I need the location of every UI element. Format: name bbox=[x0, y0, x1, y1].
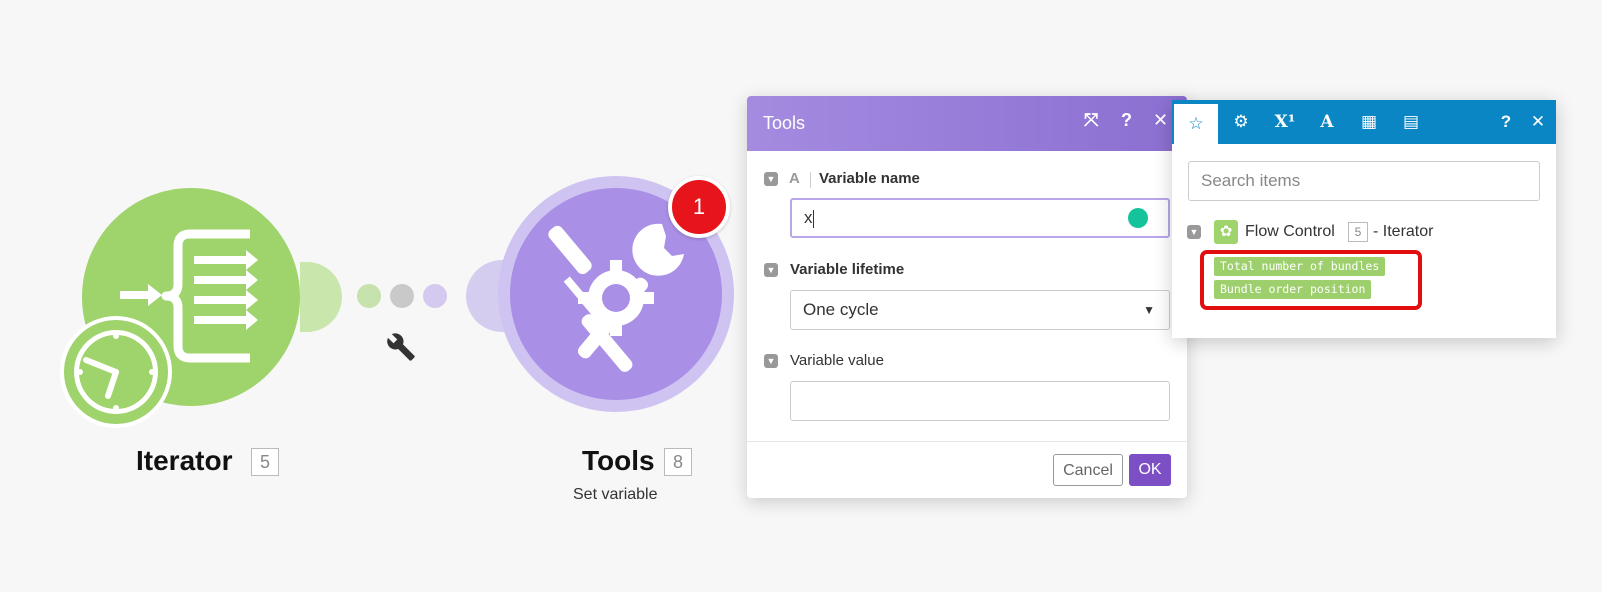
variable-name-input[interactable]: x bbox=[790, 198, 1170, 238]
group-name: Flow Control bbox=[1245, 223, 1335, 240]
tools-settings-dialog: Tools ⤧ ? ✕ ▼ A Variable name x ▼ Variab… bbox=[747, 96, 1187, 498]
ok-button[interactable]: OK bbox=[1129, 454, 1171, 486]
tab-array-table-icon[interactable]: ▤ bbox=[1389, 100, 1433, 144]
chevron-down-icon: ▼ bbox=[1143, 303, 1155, 317]
grammarly-icon[interactable] bbox=[1128, 208, 1148, 228]
tab-text-icon[interactable]: A bbox=[1305, 100, 1349, 144]
collapse-toggle-icon[interactable]: ▼ bbox=[764, 354, 778, 368]
collapse-toggle-icon[interactable]: ▼ bbox=[764, 172, 778, 186]
tools-id: 8 bbox=[664, 448, 692, 476]
dialog-title: Tools bbox=[763, 113, 806, 133]
close-icon[interactable]: ✕ bbox=[1153, 110, 1168, 131]
group-id: 5 bbox=[1348, 222, 1368, 242]
iterator-connector bbox=[300, 262, 342, 332]
collapse-toggle-icon[interactable]: ▼ bbox=[764, 263, 778, 277]
route-settings-wrench-icon[interactable] bbox=[386, 332, 416, 362]
cancel-button[interactable]: Cancel bbox=[1053, 454, 1123, 486]
panel-tabs: ☆ ⚙ X¹ A ▦ ▤ ? ✕ bbox=[1172, 100, 1556, 144]
tab-favorites-star-icon[interactable]: ☆ bbox=[1174, 104, 1218, 144]
help-icon[interactable]: ? bbox=[1121, 110, 1132, 131]
variable-value-label: Variable value bbox=[790, 352, 884, 369]
close-icon[interactable]: ✕ bbox=[1516, 100, 1560, 144]
tools-sublabel: Set variable bbox=[573, 486, 658, 503]
tab-date-calendar-icon[interactable]: ▦ bbox=[1347, 100, 1391, 144]
variable-lifetime-label: Variable lifetime bbox=[790, 261, 905, 278]
text-type-icon: A bbox=[789, 170, 800, 187]
group-suffix: - Iterator bbox=[1373, 223, 1434, 240]
tab-math-superscript-icon[interactable]: X¹ bbox=[1263, 100, 1307, 144]
connection-dot bbox=[423, 284, 447, 308]
highlight-box bbox=[1200, 250, 1422, 310]
variable-name-label: Variable name bbox=[819, 170, 920, 187]
collapse-toggle-icon[interactable]: ▼ bbox=[1187, 225, 1201, 239]
variable-value-input[interactable] bbox=[790, 381, 1170, 421]
variable-lifetime-select[interactable]: One cycle ▼ bbox=[790, 290, 1170, 330]
search-items-input[interactable]: Search items bbox=[1188, 161, 1540, 201]
divider bbox=[810, 172, 811, 188]
error-count-badge: 1 bbox=[668, 176, 730, 238]
mapping-panel: ☆ ⚙ X¹ A ▦ ▤ ? ✕ Search items ▼ ✿ Flow C… bbox=[1172, 100, 1556, 338]
connection-dot bbox=[357, 284, 381, 308]
dialog-header: Tools ⤧ ? ✕ bbox=[747, 96, 1187, 151]
connection-dot bbox=[390, 284, 414, 308]
maximize-icon[interactable]: ⤧ bbox=[1084, 110, 1098, 131]
tab-general-gear-icon[interactable]: ⚙ bbox=[1219, 100, 1263, 144]
iterator-label: Iterator bbox=[136, 445, 233, 476]
dialog-footer: Cancel OK bbox=[747, 441, 1187, 498]
iterator-id: 5 bbox=[251, 448, 279, 476]
tools-label: Tools bbox=[582, 445, 655, 476]
schedule-clock-icon[interactable] bbox=[60, 316, 172, 428]
flow-control-gear-icon: ✿ bbox=[1214, 220, 1238, 244]
